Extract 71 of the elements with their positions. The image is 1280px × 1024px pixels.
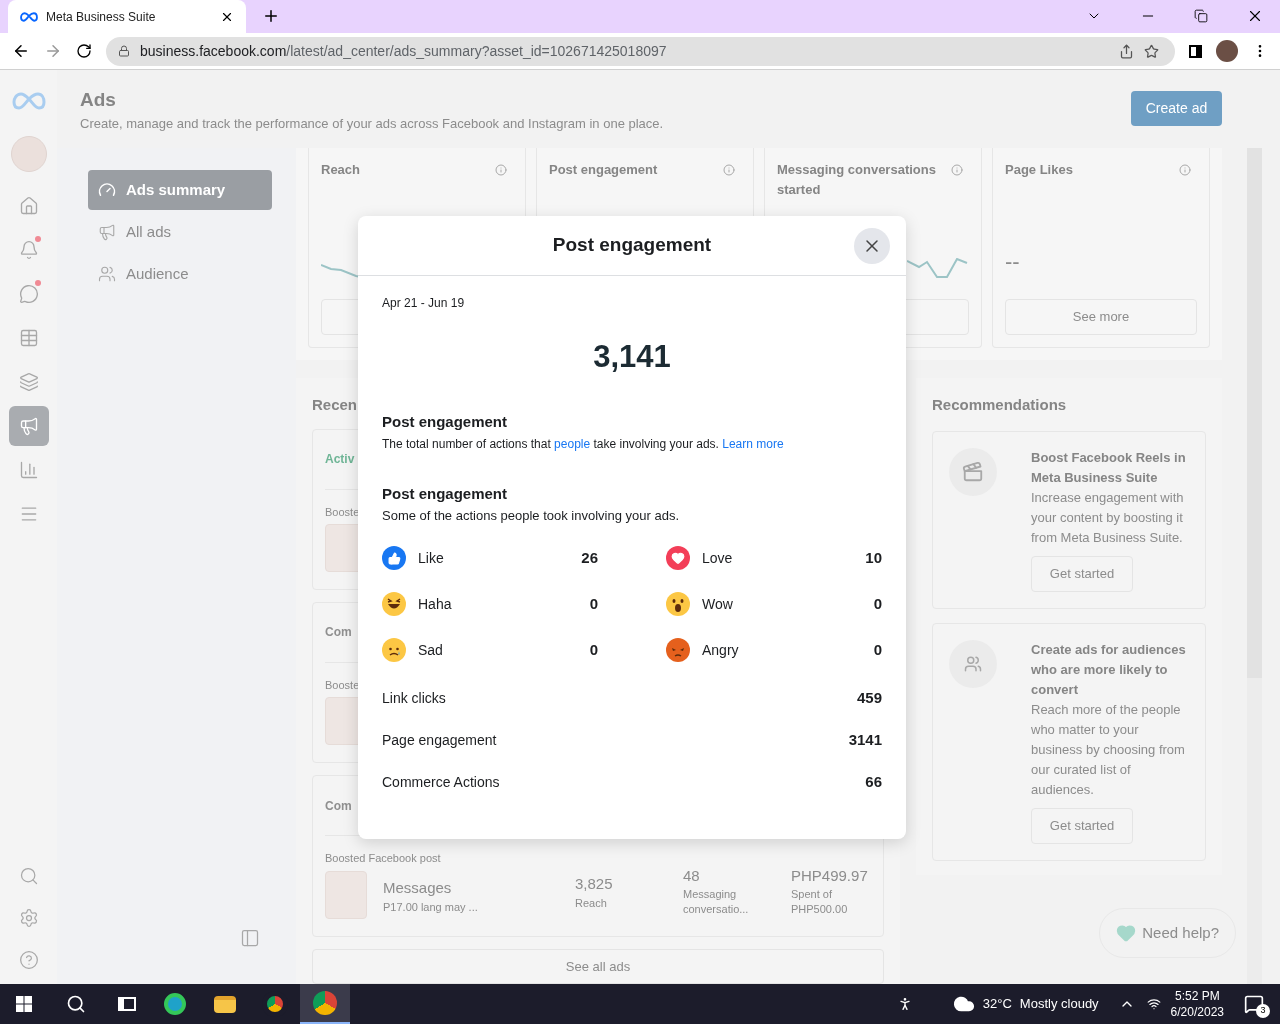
reaction-count: 26 [581,547,598,568]
panel-title: Recommendations [932,395,1068,415]
browser-tab[interactable]: Meta Business Suite [8,0,246,33]
section-subtitle: Some of the actions people took involving your ads. [382,506,679,525]
recommendation-title: Create ads for audiences who are more likely to convert [1031,640,1187,699]
reaction-label: Like [418,548,445,568]
clock-date[interactable]: 6/20/2023 [1170,1004,1224,1020]
status-label: Com [325,624,352,642]
spent-value: PHP499.97 [791,865,868,886]
reaction-count: 0 [873,639,882,660]
total-value: 3,141 [593,338,671,376]
metric-row-value: 459 [856,687,882,708]
reaction-count: 0 [589,593,598,614]
ad-type-label: Boosted Facebook post [325,851,441,867]
metric-label: Page Likes [1005,161,1074,179]
metric-label: Messaging conversations started [777,161,937,199]
reaction-count: 10 [865,547,882,568]
get-started-button[interactable]: Get started [1031,555,1133,592]
date-range: Apr 21 - Jun 19 [382,295,465,312]
nav-item[interactable]: Ads summary [88,170,272,210]
section-title: Post engagement [382,411,508,432]
ad-type-label: Booste [325,677,360,693]
nav-item[interactable]: Audience [88,254,272,294]
definition-text: The total number of actions that people take involving your ads. Learn more [382,436,784,453]
metric-button[interactable]: See more [1005,299,1197,335]
help-button[interactable]: Need help? [1099,908,1236,958]
temperature[interactable]: 32°C [982,994,1012,1014]
nav-item[interactable]: All ads [88,212,272,252]
address-bar[interactable]: business.facebook.com/latest/ad_center/ads_summary?asset_id=102671425018097 [106,36,1175,66]
metric-row-label: Commerce Actions [382,772,501,792]
reaction-label: Wow [702,594,734,614]
reaction-label: Sad [418,640,444,660]
spent-label: Spent of PHP500.00 [791,887,849,918]
status-label: Com [325,797,352,815]
reach-value: 3,825 [575,873,613,894]
recommendation-body: Reach more of the people who matter to your business by choosing from our curated list of audiences. [1031,700,1186,799]
reaction-label: Haha [418,594,453,614]
get-started-button[interactable]: Get started [1031,807,1133,844]
metric-row-value: 3141 [848,729,882,750]
dialog-title: Post engagement [552,233,712,258]
panel-title: Recen [312,395,358,415]
messages-value: 48 [683,865,700,886]
people-link[interactable]: people [554,437,591,451]
reaction-count: 0 [873,593,882,614]
page-subtitle: Create, manage and track the performance of your ads across Facebook and Instagram in one place. [80,115,665,133]
notification-count: 3 [1256,1004,1270,1018]
ad-name: Messages [383,877,452,898]
messages-label: Messaging conversatio... [683,887,750,918]
ad-type-label: Booste [325,504,360,520]
recommendation-title: Boost Facebook Reels in Meta Business Suite [1031,448,1187,487]
clock-time[interactable]: 5:52 PM [1174,988,1220,1004]
recommendation-body: Increase engagement with your content by boosting it from Meta Business Suite. [1031,488,1185,547]
metric-value: -- [1005,248,1020,276]
metric-row-label: Page engagement [382,730,498,750]
reaction-label: Angry [702,640,740,660]
section-title: Post engagement [382,484,508,504]
ad-caption: P17.00 lang may ... [383,900,478,916]
create-ad-button[interactable]: Create ad [1131,91,1222,126]
status-label: Activ [325,451,355,468]
learn-more-link[interactable]: Learn more [722,437,784,451]
metric-row-label: Link clicks [382,688,447,708]
see-all-ads-button[interactable]: See all ads [312,948,884,984]
metric-label: Post engagement [549,161,659,179]
reaction-label: Love [702,548,734,568]
weather-text[interactable]: Mostly cloudy [1019,994,1099,1014]
page-title: Ads [80,88,117,112]
metric-label: Reach [321,161,362,179]
reach-label: Reach [575,896,607,912]
tab-title: Meta Business Suite [46,8,157,26]
reaction-count: 0 [589,639,598,660]
url-text: business.facebook.com/latest/ad_center/ads_summary?asset_id=102671425018097 [140,41,668,61]
